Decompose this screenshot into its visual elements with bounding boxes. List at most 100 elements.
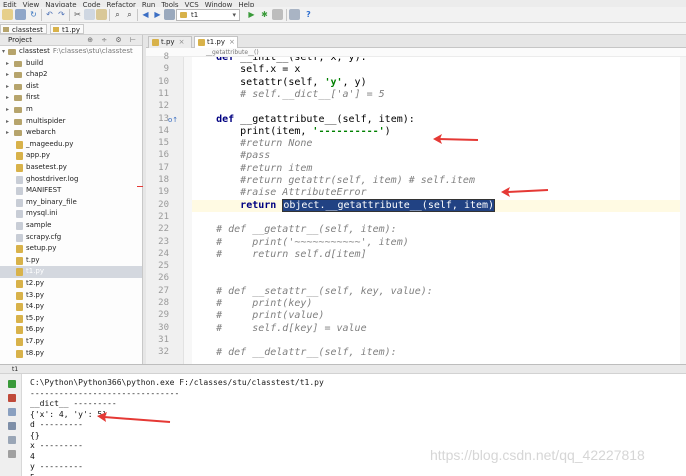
print-icon[interactable] (8, 436, 16, 444)
copy-icon[interactable] (84, 9, 95, 20)
stop-icon[interactable] (272, 9, 283, 20)
forward-icon[interactable]: ▶ (152, 9, 163, 20)
tree-file[interactable]: t5.py (0, 313, 142, 325)
tab-t-py[interactable]: t.py × (148, 36, 192, 48)
cut-icon[interactable]: ✂ (72, 9, 83, 20)
paste-icon[interactable] (96, 9, 107, 20)
run-icon[interactable]: ▶ (246, 9, 257, 20)
pause-icon[interactable] (8, 408, 16, 416)
tree-file[interactable]: scrapy.cfg (0, 232, 142, 244)
tree-file[interactable]: MANIFEST (0, 185, 142, 197)
code-line[interactable]: #pass (192, 150, 270, 162)
tree-folder-multispider[interactable]: ▸ multispider (0, 116, 142, 128)
rerun-icon[interactable] (8, 380, 16, 388)
line-number: 30 (158, 322, 169, 333)
tree-folder-dist[interactable]: ▸ dist (0, 81, 142, 93)
code-line[interactable]: # print(key) (192, 298, 312, 310)
tree-file[interactable]: t3.py (0, 290, 142, 302)
code-line[interactable]: #raise AttributeError (192, 187, 366, 199)
editor-breadcrumb[interactable]: __getattribute__() (146, 48, 686, 57)
run-config-select[interactable]: t1 ▾ (176, 9, 240, 21)
tree-file[interactable]: t4.py (0, 301, 142, 313)
tree-folder-first[interactable]: ▸ first (0, 92, 142, 104)
tree-folder-webarch[interactable]: ▸ webarch (0, 127, 142, 139)
chevron-right-icon: ▸ (6, 106, 10, 113)
nav-crumb-file[interactable]: t1.py (50, 24, 85, 34)
tree-file[interactable]: setup.py (0, 243, 142, 255)
tree-file[interactable]: app.py (0, 150, 142, 162)
stop-icon[interactable] (8, 394, 16, 402)
tree-file[interactable]: t7.py (0, 336, 142, 348)
project-structure-icon[interactable] (289, 9, 300, 20)
tree-file[interactable]: mysql.ini (0, 208, 142, 220)
close-icon[interactable]: × (229, 38, 235, 46)
tree-root-classtest[interactable]: ▾ classtest F:\classes\stu\classtest (0, 46, 142, 58)
code-line[interactable]: # def __getattr__(self, item): (192, 224, 397, 236)
nav-crumb-project[interactable]: classtest (0, 24, 47, 34)
tree-file[interactable]: basetest.py (0, 162, 142, 174)
help-icon[interactable]: ? (303, 9, 314, 20)
scroll-to-end-icon[interactable] (8, 422, 16, 430)
console-line: d --------- (30, 420, 83, 429)
tree-file[interactable]: t6.py (0, 324, 142, 336)
code-line[interactable]: self.x = x (192, 64, 300, 76)
tree-item-label: chap2 (26, 70, 48, 79)
code-line[interactable]: # print('~~~~~~~~~~~', item) (192, 237, 409, 249)
toolbar-divider (109, 9, 110, 21)
redo-icon[interactable]: ↷ (56, 9, 67, 20)
tree-folder-build[interactable]: ▸ build (0, 58, 142, 70)
code-line[interactable]: def __init__(self, x, y): (192, 57, 367, 64)
code-line[interactable]: # self.d[key] = value (192, 323, 367, 335)
tree-item-label: multispider (26, 116, 66, 125)
tree-file[interactable]: t8.py (0, 348, 142, 360)
find-icon[interactable]: ⌕ (112, 9, 123, 20)
code-line[interactable]: #return getattr(self, item) # self.item (192, 175, 475, 187)
sync-icon[interactable]: ↻ (28, 9, 39, 20)
code-line[interactable]: # def __setattr__(self, key, value): (192, 286, 433, 298)
build-icon[interactable] (164, 9, 175, 20)
back-icon[interactable]: ◀ (140, 9, 151, 20)
tab-t1-py[interactable]: t1.py × (194, 36, 238, 48)
code-line[interactable]: #return item (192, 163, 312, 175)
tree-file[interactable]: sample (0, 220, 142, 232)
trash-icon[interactable] (8, 450, 16, 458)
code-line[interactable]: #return None (192, 138, 312, 150)
code-line[interactable]: # return self.d[item] (192, 249, 367, 261)
line-number: 28 (158, 298, 169, 308)
tree-file[interactable]: my_binary_file (0, 197, 142, 209)
python-file-icon (16, 303, 23, 312)
open-folder-icon[interactable] (2, 9, 13, 20)
code-line[interactable]: def __getattribute__(self, item): (192, 114, 415, 126)
tree-file[interactable]: t2.py (0, 278, 142, 290)
code-line[interactable]: setattr(self, 'y', y) (192, 77, 366, 89)
tree-file[interactable]: t.py (0, 255, 142, 267)
replace-icon[interactable]: ⌕ (124, 9, 135, 20)
code-line[interactable]: # print(value) (192, 310, 324, 322)
code-line[interactable]: # def __delattr__(self, item): (192, 347, 397, 359)
code-line[interactable]: # self.__dict__['a'] = 5 (192, 89, 385, 101)
annotation-arrow (433, 134, 479, 144)
code-line[interactable]: print(item, '----------') (192, 126, 391, 138)
tree-folder-m[interactable]: ▸ m (0, 104, 142, 116)
navigation-bar: classtest t1.py (0, 23, 686, 35)
project-panel-title[interactable]: Project (8, 36, 32, 44)
close-icon[interactable]: × (179, 38, 185, 46)
undo-icon[interactable]: ↶ (44, 9, 55, 20)
save-icon[interactable] (15, 9, 26, 20)
tree-root-name: classtest (19, 47, 50, 55)
tree-root-path: F:\classes\stu\classtest (52, 47, 133, 55)
tree-file[interactable]: _mageedu.py (0, 139, 142, 151)
code-line[interactable]: return object.__getattribute__(self, ite… (192, 198, 686, 212)
tree-file[interactable]: ghostdriver.log (0, 174, 142, 186)
toolbar-divider (137, 9, 138, 21)
debug-icon[interactable]: ✱ (259, 9, 270, 20)
project-panel-tools[interactable]: ⊕ ÷ ⚙ ⊢ (87, 35, 139, 46)
code-area[interactable]: def __init__(self, x, y): self.x = x set… (192, 57, 686, 364)
override-method-icon[interactable]: o↑ (168, 116, 178, 124)
editor-scrollbar[interactable] (680, 57, 686, 364)
tab-label: t.py (161, 38, 175, 46)
tree-file[interactable]: t1.py (0, 266, 142, 278)
run-tab[interactable]: t1 (12, 366, 18, 373)
line-number: 15 (158, 138, 169, 149)
tree-folder-chap2[interactable]: ▸ chap2 (0, 69, 142, 81)
